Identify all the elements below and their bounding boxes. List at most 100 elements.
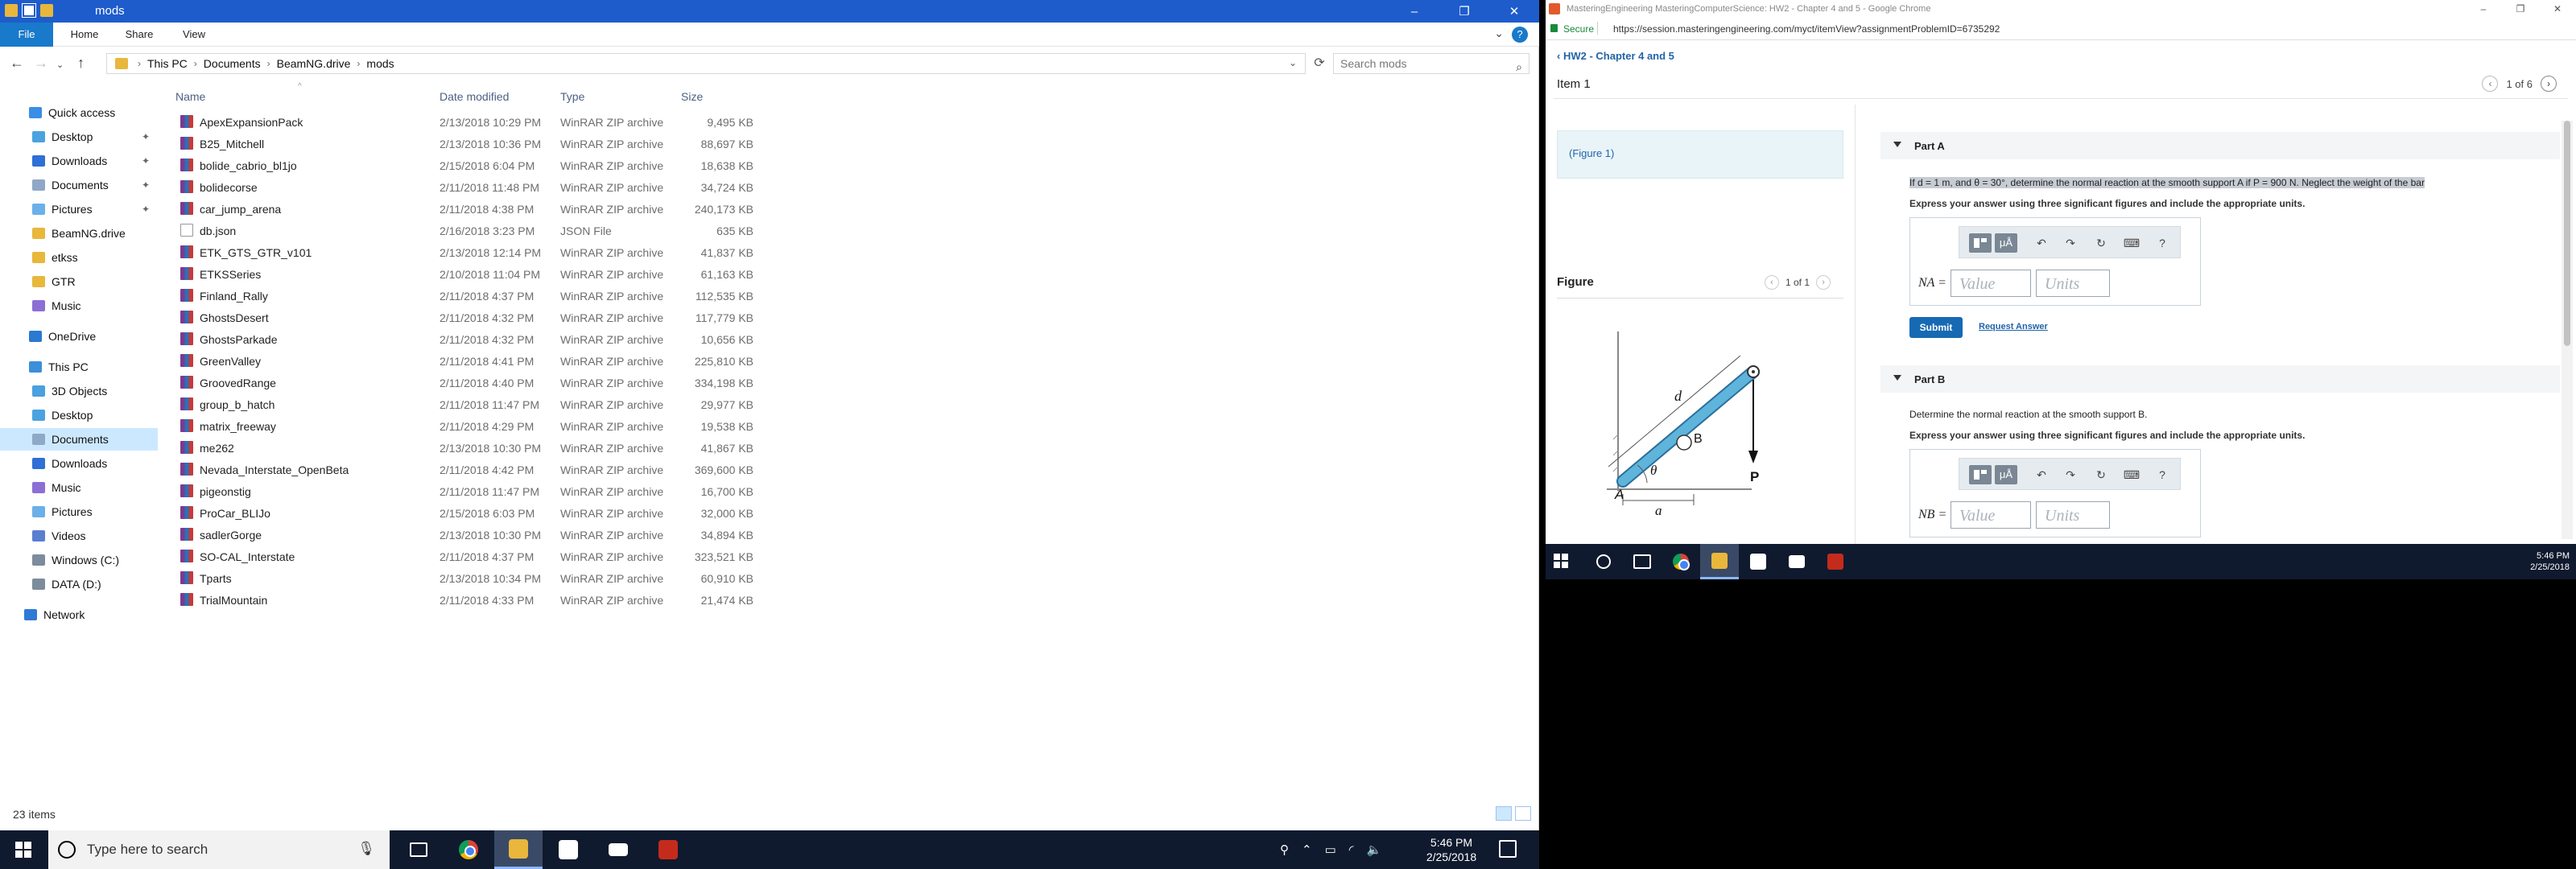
previous-figure-chevron-left-icon[interactable]: ‹ — [1765, 275, 1779, 290]
taskbar-mail[interactable] — [594, 830, 642, 869]
forward-arrow-icon[interactable]: → — [34, 55, 48, 72]
table-row[interactable]: pigeonstig 2/11/2018 11:47 PM WinRAR ZIP a… — [169, 480, 765, 502]
minimize-button[interactable]: – — [2465, 0, 2502, 18]
microphone-icon[interactable]: 🎙 — [357, 841, 375, 857]
sidebar-item-desktop-pc[interactable]: Desktop — [0, 404, 158, 426]
help-button[interactable]: ? — [2151, 465, 2174, 484]
taskbar-clock[interactable]: 5:46 PM 2/25/2018 — [1423, 835, 1480, 864]
new-folder-icon[interactable] — [40, 4, 53, 17]
units-button[interactable]: μÅ — [1995, 233, 2017, 253]
table-row[interactable]: B25_Mitchell 2/13/2018 10:36 PM WinRAR ZIP… — [169, 133, 765, 154]
url-text[interactable]: https://session.masteringengineering.com… — [1613, 23, 2000, 35]
large-icons-view-button[interactable] — [1515, 806, 1531, 821]
breadcrumb-beamng[interactable]: BeamNG.drive — [277, 57, 351, 70]
breadcrumb-documents[interactable]: Documents — [204, 57, 261, 70]
sidebar-item-quick-access[interactable]: Quick access — [0, 101, 158, 124]
secondary-clock[interactable]: 5:46 PM 2/25/2018 — [2530, 550, 2570, 573]
next-figure-chevron-right-icon[interactable]: › — [1816, 275, 1831, 290]
maximize-button[interactable]: ❐ — [1439, 0, 1489, 23]
sidebar-item-documents-pc[interactable]: Documents — [0, 428, 158, 451]
close-button[interactable]: ✕ — [1489, 0, 1539, 23]
taskbar-snipping-tool[interactable] — [644, 830, 692, 869]
page-scrollbar[interactable] — [2562, 121, 2573, 539]
table-row[interactable]: ProCar_BLIJo 2/15/2018 6:03 PM WinRAR ZIP … — [169, 502, 765, 524]
breadcrumb-mods[interactable]: mods — [366, 57, 394, 70]
table-row[interactable]: matrix_freeway 2/11/2018 4:29 PM WinRAR ZI… — [169, 415, 765, 437]
recent-locations-icon[interactable]: ⌄ — [56, 60, 64, 70]
sidebar-item-this-pc[interactable]: This PC — [0, 356, 158, 378]
taskbar-store[interactable] — [544, 830, 592, 869]
table-row[interactable]: Nevada_Interstate_OpenBeta 2/11/2018 4:42… — [169, 459, 765, 480]
taskbar-chrome[interactable] — [444, 830, 493, 869]
sidebar-item-data-d[interactable]: DATA (D:) — [0, 573, 158, 595]
column-header-type[interactable]: Type — [560, 90, 584, 103]
start-button[interactable] — [0, 830, 47, 869]
tab-home[interactable]: Home — [58, 23, 111, 47]
previous-item-chevron-left-icon[interactable]: ‹ — [2482, 76, 2499, 92]
redo-icon[interactable]: ↷ — [2059, 233, 2082, 253]
show-hidden-icons-chevron-up-icon[interactable]: ⌃ — [1302, 842, 1312, 857]
part-a-units-input[interactable]: Units — [2036, 270, 2110, 297]
table-row[interactable]: sadlerGorge 2/13/2018 10:30 PM WinRAR ZIP … — [169, 524, 765, 546]
table-row[interactable]: GreenValley 2/11/2018 4:41 PM WinRAR ZIP a… — [169, 350, 765, 372]
back-arrow-icon[interactable]: ← — [10, 55, 24, 72]
help-button[interactable]: ? — [2151, 233, 2174, 253]
taskbar-snipping-tool[interactable] — [1816, 544, 1855, 579]
sidebar-item-music[interactable]: Music — [0, 294, 158, 317]
people-icon[interactable]: ⚲ — [1280, 842, 1289, 857]
table-row[interactable]: bolidecorse 2/11/2018 11:48 PM WinRAR ZIP … — [169, 176, 765, 198]
start-button[interactable] — [1554, 554, 1568, 568]
sidebar-item-beamng[interactable]: BeamNG.drive — [0, 222, 158, 245]
details-view-button[interactable] — [1496, 806, 1512, 821]
column-header-size[interactable]: Size — [681, 90, 703, 103]
sidebar-item-3d-objects[interactable]: 3D Objects — [0, 380, 158, 402]
table-row[interactable]: GhostsDesert 2/11/2018 4:32 PM WinRAR ZIP … — [169, 307, 765, 328]
battery-icon[interactable]: ▭ — [1325, 842, 1336, 857]
volume-icon[interactable]: 🔈 — [1367, 842, 1382, 857]
part-a-header[interactable]: Part A — [1880, 132, 2560, 159]
taskbar-mail[interactable] — [1777, 544, 1816, 579]
reset-icon[interactable]: ↻ — [2090, 233, 2112, 253]
reset-icon[interactable]: ↻ — [2090, 465, 2112, 484]
sidebar-item-pictures-pc[interactable]: Pictures — [0, 500, 158, 523]
chevron-right-icon[interactable]: › — [267, 58, 270, 69]
chevron-right-icon[interactable]: › — [357, 58, 360, 69]
table-row[interactable]: bolide_cabrio_bl1jo 2/15/2018 6:04 PM WinR… — [169, 154, 765, 176]
redo-icon[interactable]: ↷ — [2059, 465, 2082, 484]
units-button[interactable]: μÅ — [1995, 465, 2017, 484]
column-header-date[interactable]: Date modified — [440, 90, 509, 103]
part-b-units-input[interactable]: Units — [2036, 501, 2110, 529]
taskbar-store[interactable] — [1739, 544, 1777, 579]
figure-link[interactable]: (Figure 1) — [1569, 147, 1614, 159]
table-row[interactable]: TrialMountain 2/11/2018 4:33 PM WinRAR ZIP… — [169, 589, 765, 611]
table-row[interactable]: ETKSSeries 2/10/2018 11:04 PM WinRAR ZIP a… — [169, 263, 765, 285]
chrome-address-bar[interactable]: Secure https://session.masteringengineer… — [1546, 18, 2576, 40]
table-row[interactable]: me262 2/13/2018 10:30 PM WinRAR ZIP archiv… — [169, 437, 765, 459]
taskbar-chrome[interactable] — [1662, 544, 1700, 579]
taskbar-search-box[interactable]: Type here to search 🎙 — [48, 830, 390, 869]
table-row[interactable]: SO-CAL_Interstate 2/11/2018 4:37 PM WinRAR… — [169, 546, 765, 567]
sidebar-item-downloads[interactable]: Downloads ✦ — [0, 150, 158, 172]
address-bar[interactable]: › This PC › Documents › BeamNG.drive › m… — [106, 53, 1306, 74]
tab-share[interactable]: Share — [113, 23, 166, 47]
chevron-right-icon[interactable]: › — [194, 58, 197, 69]
help-icon[interactable]: ? — [1512, 27, 1528, 43]
chevron-down-icon[interactable]: ⌄ — [1289, 57, 1297, 68]
minimize-button[interactable]: – — [1389, 0, 1439, 23]
sidebar-item-documents[interactable]: Documents ✦ — [0, 174, 158, 196]
column-header-name[interactable]: Name — [175, 90, 205, 103]
sidebar-item-gtr[interactable]: GTR — [0, 270, 158, 293]
table-row[interactable]: group_b_hatch 2/11/2018 11:47 PM WinRAR ZI… — [169, 393, 765, 415]
tab-file[interactable]: File — [0, 23, 53, 47]
scrollbar-thumb[interactable] — [2564, 121, 2570, 346]
templates-icon[interactable] — [1969, 465, 1992, 484]
up-arrow-icon[interactable]: ↑ — [77, 55, 85, 72]
table-row[interactable]: ApexExpansionPack 2/13/2018 10:29 PM WinRA… — [169, 111, 765, 133]
table-row[interactable]: ETK_GTS_GTR_v101 2/13/2018 12:14 PM WinRAR… — [169, 241, 765, 263]
sidebar-item-onedrive[interactable]: OneDrive — [0, 325, 158, 348]
sidebar-item-desktop[interactable]: Desktop ✦ — [0, 126, 158, 148]
request-answer-link[interactable]: Request Answer — [1979, 322, 2048, 332]
table-row[interactable]: GhostsParkade 2/11/2018 4:32 PM WinRAR ZIP… — [169, 328, 765, 350]
refresh-icon[interactable]: ⟳ — [1307, 53, 1331, 74]
expand-ribbon-icon[interactable]: ⌄ — [1494, 27, 1504, 43]
